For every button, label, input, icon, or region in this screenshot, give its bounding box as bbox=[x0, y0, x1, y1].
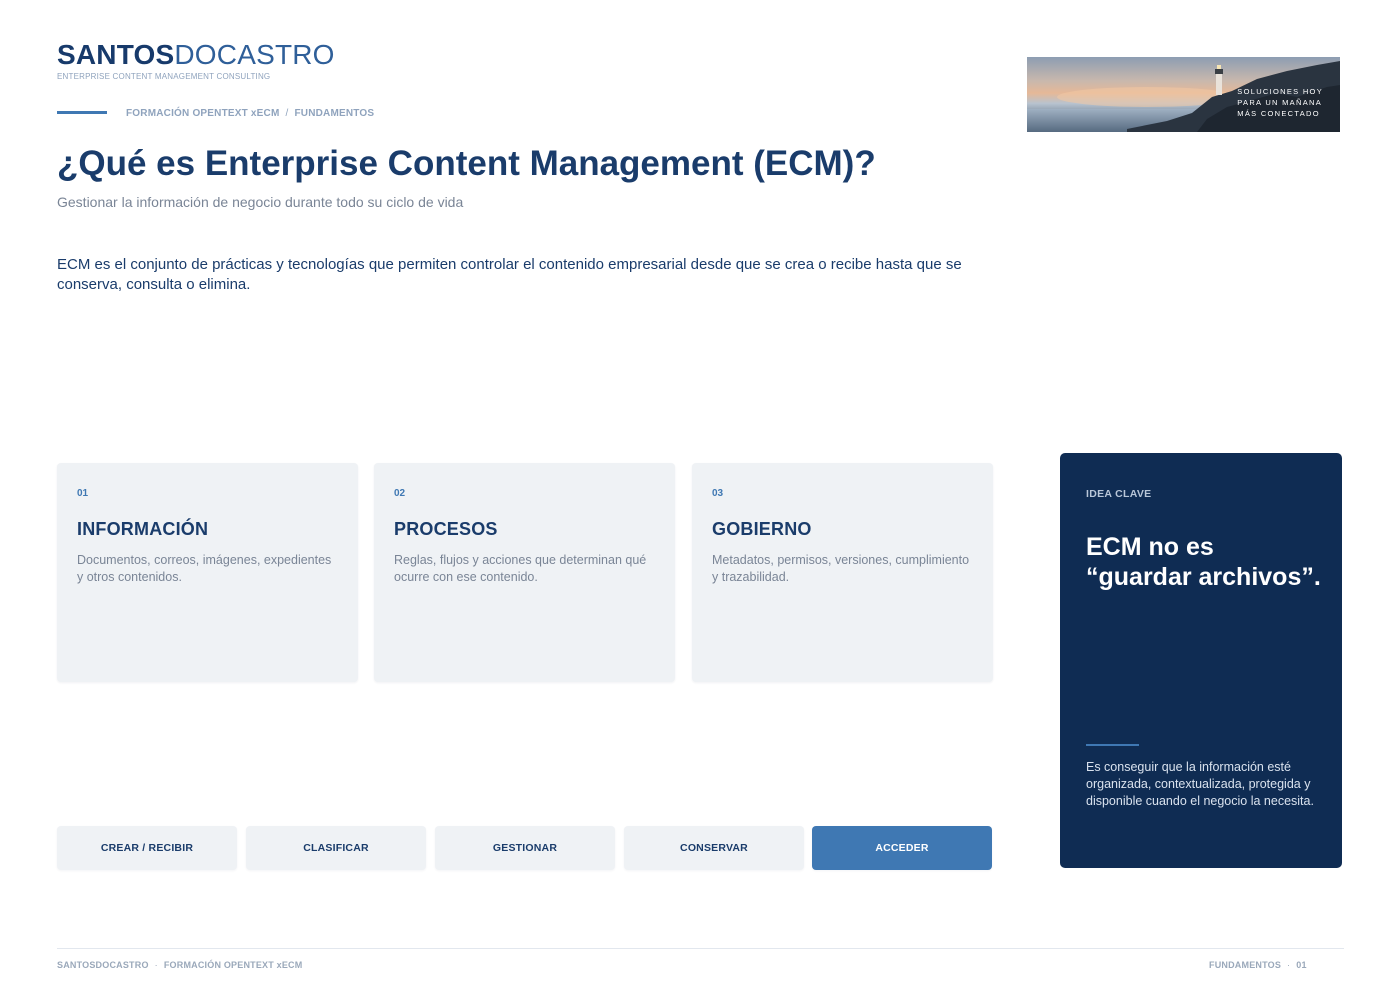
card-procesos: 02 PROCESOS Reglas, flujos y acciones qu… bbox=[374, 463, 675, 682]
card-number: 03 bbox=[712, 488, 724, 499]
footer-divider bbox=[57, 948, 1344, 949]
step-acceder-button[interactable]: ACCEDER bbox=[812, 826, 992, 870]
key-idea-panel: IDEA CLAVE ECM no es “guardar archivos”.… bbox=[1060, 453, 1342, 868]
brand-tagline: ENTERPRISE CONTENT MANAGEMENT CONSULTING bbox=[57, 72, 271, 81]
step-conservar-button[interactable]: CONSERVAR bbox=[624, 826, 804, 870]
breadcrumb: FORMACIÓN OPENTEXT xECM / FUNDAMENTOS bbox=[126, 108, 374, 119]
breadcrumb-separator: / bbox=[285, 108, 289, 119]
key-idea-label: IDEA CLAVE bbox=[1086, 488, 1152, 500]
card-title: PROCESOS bbox=[394, 519, 498, 539]
step-gestionar-button[interactable]: GESTIONAR bbox=[435, 826, 615, 870]
hero-lighthouse-image: SOLUCIONES HOY PARA UN MAÑANA MÁS CONECT… bbox=[1027, 57, 1340, 132]
card-description: Metadatos, permisos, versiones, cumplimi… bbox=[712, 553, 970, 584]
intro-paragraph: ECM es el conjunto de prácticas y tecnol… bbox=[57, 256, 962, 293]
footer-course: FORMACIÓN OPENTEXT xECM bbox=[163, 960, 303, 970]
brand-name-light: DOCASTRO bbox=[174, 39, 335, 70]
footer-right: FUNDAMENTOS · 01 bbox=[1209, 960, 1307, 970]
card-number: 01 bbox=[77, 488, 89, 499]
brand-name-bold: SANTOS bbox=[57, 39, 175, 70]
key-idea-body: Es conseguir que la información esté org… bbox=[1086, 760, 1314, 808]
step-crear-recibir-button[interactable]: CREAR / RECIBIR bbox=[57, 826, 237, 870]
page-number: 01 bbox=[1296, 960, 1307, 970]
breadcrumb-rule bbox=[57, 111, 107, 114]
card-title: GOBIERNO bbox=[712, 519, 812, 539]
card-description: Documentos, correos, imágenes, expedient… bbox=[77, 553, 332, 584]
footer-section: FUNDAMENTOS bbox=[1209, 960, 1282, 970]
footer-left: SANTOSDOCASTRO · FORMACIÓN OPENTEXT xECM bbox=[57, 960, 302, 970]
step-clasificar-button[interactable]: CLASIFICAR bbox=[246, 826, 426, 870]
footer-dot: · bbox=[154, 960, 158, 970]
hero-caption: SOLUCIONES HOY PARA UN MAÑANA MÁS CONECT… bbox=[1237, 86, 1323, 119]
brand-logo[interactable]: SANTOSDOCASTRO ENTERPRISE CONTENT MANAGE… bbox=[57, 40, 335, 82]
card-gobierno: 03 GOBIERNO Metadatos, permisos, version… bbox=[692, 463, 993, 682]
card-description: Reglas, flujos y acciones que determinan… bbox=[394, 553, 647, 584]
footer-brand: SANTOSDOCASTRO bbox=[57, 960, 149, 970]
hero-caption-line1: SOLUCIONES HOY bbox=[1237, 87, 1323, 96]
breadcrumb-section[interactable]: FUNDAMENTOS bbox=[294, 108, 374, 119]
key-idea-divider bbox=[1086, 744, 1139, 746]
page-subtitle: Gestionar la información de negocio dura… bbox=[57, 194, 464, 210]
brand-name: SANTOSDOCASTRO bbox=[57, 40, 335, 70]
page-title: ¿Qué es Enterprise Content Management (E… bbox=[57, 144, 876, 183]
card-title: INFORMACIÓN bbox=[77, 519, 209, 539]
breadcrumb-course[interactable]: FORMACIÓN OPENTEXT xECM bbox=[126, 108, 280, 119]
hero-caption-line3: MÁS CONECTADO bbox=[1237, 109, 1320, 118]
card-number: 02 bbox=[394, 488, 406, 499]
card-informacion: 01 INFORMACIÓN Documentos, correos, imág… bbox=[57, 463, 358, 682]
key-idea-quote: ECM no es “guardar archivos”. bbox=[1086, 533, 1321, 591]
footer-dot: · bbox=[1287, 960, 1291, 970]
hero-caption-line2: PARA UN MAÑANA bbox=[1237, 98, 1323, 107]
